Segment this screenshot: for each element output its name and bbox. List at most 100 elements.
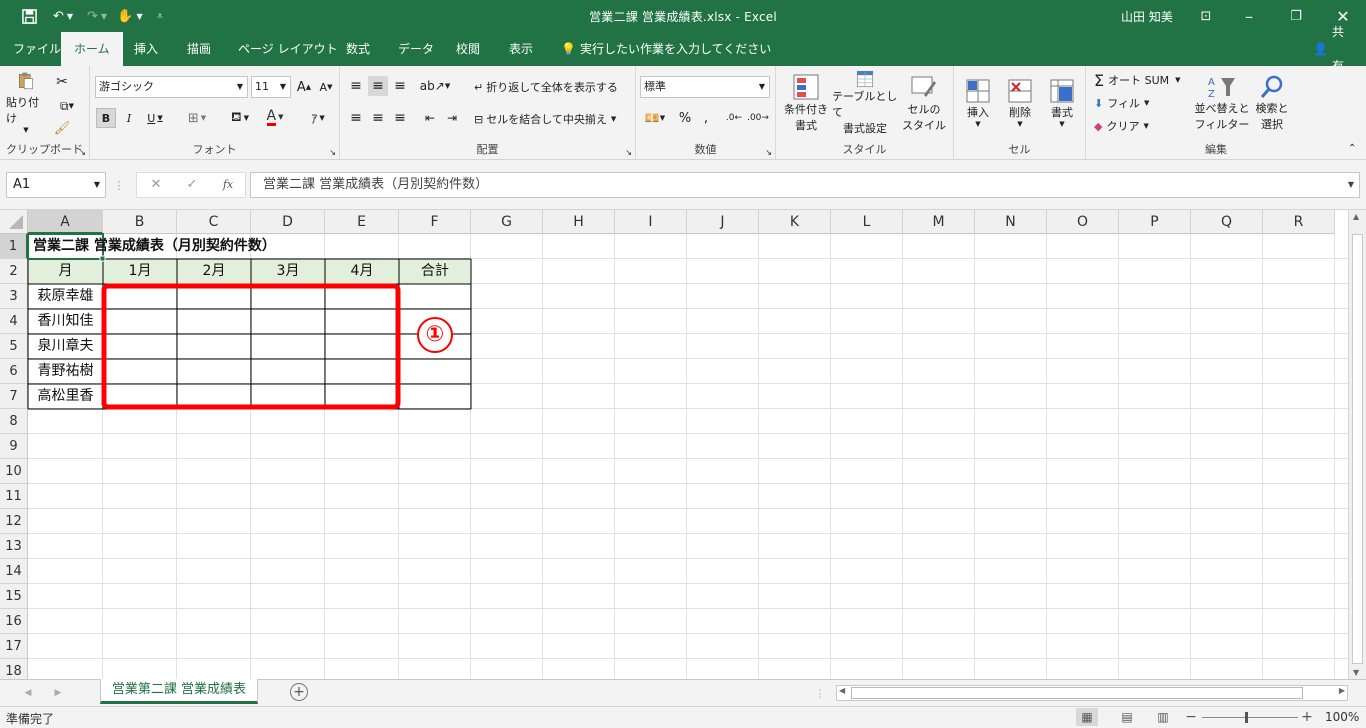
increase-decimal-icon[interactable]: .0←	[724, 108, 744, 128]
increase-indent-icon[interactable]: ⇥	[442, 108, 462, 128]
grow-font-icon[interactable]: A ▲	[295, 78, 313, 96]
fill-button[interactable]: ⬇ フィル ▼	[1094, 93, 1194, 113]
collapse-ribbon-icon[interactable]: ⌃	[1348, 143, 1356, 154]
font-size-select[interactable]: 11 ▼	[251, 76, 291, 98]
spreadsheet-grid[interactable]: ABCDEFGHIJKLMNOPQR 1 2 3 4 5 6 7 8 9 10 11 12 13 14 15…	[0, 210, 1366, 679]
name-cell[interactable]: 高松里香	[28, 384, 103, 409]
user-name[interactable]: 山田 知美	[1121, 8, 1173, 25]
clipboard-launcher-icon[interactable]: ↘	[79, 148, 86, 157]
sheet-tab-active[interactable]: 営業第二課 営業成績表	[100, 679, 258, 704]
tab-insert[interactable]: 挿入	[121, 32, 171, 66]
shrink-font-icon[interactable]: A ▼	[317, 78, 335, 96]
header-cell[interactable]: 2月	[177, 259, 251, 284]
bold-button[interactable]: B	[96, 108, 116, 128]
font-name-select[interactable]: 游ゴシック ▼	[95, 76, 248, 98]
wrap-text-button[interactable]: ↵ 折り返して全体を表示する	[474, 76, 630, 98]
tab-page-layout[interactable]: ページ レイアウト	[225, 32, 351, 66]
zoom-slider[interactable]	[1202, 717, 1298, 718]
align-left-icon[interactable]: ≡	[346, 108, 366, 128]
paste-button[interactable]: 貼り付け ▼	[6, 72, 46, 134]
name-cell[interactable]: 萩原幸雄	[28, 284, 103, 309]
font-color-icon[interactable]: A ▼	[260, 106, 290, 128]
decrease-indent-icon[interactable]: ⇤	[420, 108, 440, 128]
name-box[interactable]: A1 ▼	[6, 172, 106, 198]
align-center-icon[interactable]: ≡	[368, 108, 388, 128]
tab-data[interactable]: データ	[385, 32, 447, 66]
cancel-icon[interactable]: ✕	[147, 175, 165, 195]
zoom-slider-thumb[interactable]	[1245, 712, 1248, 723]
sheet-title[interactable]: 営業二課 営業成績表（月別契約件数）	[33, 234, 453, 259]
find-select-button[interactable]: 検索と 選択	[1252, 70, 1292, 136]
insert-function-icon[interactable]: fx	[219, 175, 237, 195]
page-break-view-icon[interactable]: ▥	[1152, 708, 1174, 726]
percent-icon[interactable]: %	[676, 108, 694, 128]
orientation-icon[interactable]: ab↗ ▼	[420, 76, 450, 96]
ribbon-display-icon[interactable]: ⊡	[1193, 0, 1219, 32]
tab-draw[interactable]: 描画	[174, 32, 224, 66]
name-cell[interactable]: 青野祐樹	[28, 359, 103, 384]
fill-color-icon[interactable]: ⛾ ▼	[225, 108, 255, 128]
header-cell[interactable]: 月	[28, 259, 103, 284]
scroll-down-icon[interactable]: ▼	[1353, 668, 1359, 677]
zoom-out-icon[interactable]: −	[1184, 708, 1198, 726]
underline-button[interactable]: U ▼	[142, 108, 168, 128]
phonetic-icon[interactable]: ｱ ▼	[305, 108, 331, 128]
tab-view[interactable]: 表示	[496, 32, 546, 66]
header-cell[interactable]: 3月	[251, 259, 325, 284]
italic-button[interactable]: I	[120, 108, 138, 128]
scroll-up-icon[interactable]: ▲	[1353, 212, 1359, 221]
borders-icon[interactable]: ⊞ ▼	[182, 108, 212, 128]
conditional-format-button[interactable]: 条件付き 書式	[780, 70, 832, 136]
formula-input[interactable]: 営業二課 営業成績表（月別契約件数） ▼	[250, 172, 1360, 198]
normal-view-icon[interactable]: ▦	[1076, 708, 1098, 726]
restore-icon[interactable]: ❐	[1283, 0, 1309, 32]
align-right-icon[interactable]: ≡	[390, 108, 410, 128]
decrease-decimal-icon[interactable]: .00→	[747, 108, 769, 128]
expand-formula-icon[interactable]: ▼	[1348, 173, 1354, 197]
cell-styles-button[interactable]: セルの スタイル	[898, 70, 950, 136]
insert-cells-button[interactable]: 挿入 ▼	[960, 70, 996, 136]
format-painter-icon[interactable]: 🖌	[52, 118, 72, 138]
clear-button[interactable]: ◆ クリア ▼	[1094, 116, 1194, 136]
horizontal-scroll-thumb[interactable]	[851, 687, 1303, 699]
vertical-scroll-thumb[interactable]	[1352, 234, 1363, 664]
align-bottom-icon[interactable]: ≡	[390, 76, 410, 96]
zoom-in-icon[interactable]: +	[1300, 708, 1314, 726]
sort-filter-button[interactable]: AZ 並べ替えと フィルター	[1194, 70, 1250, 136]
number-launcher-icon[interactable]: ↘	[765, 148, 772, 157]
add-sheet-icon[interactable]: +	[290, 683, 308, 701]
share-button[interactable]: 👤共有	[1300, 25, 1366, 73]
tab-review[interactable]: 校閲	[443, 32, 493, 66]
tab-formulas[interactable]: 数式	[333, 32, 383, 66]
page-layout-view-icon[interactable]: ▤	[1116, 708, 1138, 726]
header-cell[interactable]: 4月	[325, 259, 399, 284]
prev-sheet-icon[interactable]: ◀	[22, 685, 34, 701]
format-as-table-button[interactable]: テーブルとして 書式設定	[832, 70, 898, 136]
comma-icon[interactable]: ,	[698, 108, 714, 128]
autosum-button[interactable]: Σ オート SUM ▼	[1094, 70, 1194, 90]
cut-icon[interactable]: ✂	[52, 72, 72, 92]
next-sheet-icon[interactable]: ▶	[52, 685, 64, 701]
merge-center-button[interactable]: ⊟ セルを結合して中央揃え ▼	[474, 108, 630, 130]
scroll-right-icon[interactable]: ▶	[1339, 686, 1345, 695]
header-cell[interactable]: 合計	[399, 259, 471, 284]
currency-icon[interactable]: 💴 ▼	[640, 108, 670, 128]
zoom-level[interactable]: 100%	[1325, 710, 1359, 724]
delete-cells-button[interactable]: 削除 ▼	[1002, 70, 1038, 136]
align-top-icon[interactable]: ≡	[346, 76, 366, 96]
minimize-icon[interactable]: –	[1236, 0, 1262, 32]
tell-me-box[interactable]: 💡 実行したい作業を入力してください	[548, 32, 784, 66]
tab-home[interactable]: ホーム	[61, 32, 123, 66]
alignment-launcher-icon[interactable]: ↘	[625, 148, 632, 157]
name-cell[interactable]: 泉川章夫	[28, 334, 103, 359]
font-launcher-icon[interactable]: ↘	[329, 148, 336, 157]
name-cell[interactable]: 香川知佳	[28, 309, 103, 334]
scroll-left-icon[interactable]: ◀	[839, 686, 845, 695]
vertical-scrollbar[interactable]: ▲ ▼	[1348, 210, 1366, 679]
format-cells-button[interactable]: 書式 ▼	[1044, 70, 1080, 136]
horizontal-scrollbar[interactable]: ◀ ▶	[836, 685, 1348, 701]
header-cell[interactable]: 1月	[103, 259, 177, 284]
copy-icon[interactable]: ⧉ ▼	[52, 96, 82, 116]
number-format-select[interactable]: 標準 ▼	[640, 76, 770, 98]
enter-icon[interactable]: ✓	[183, 175, 201, 195]
